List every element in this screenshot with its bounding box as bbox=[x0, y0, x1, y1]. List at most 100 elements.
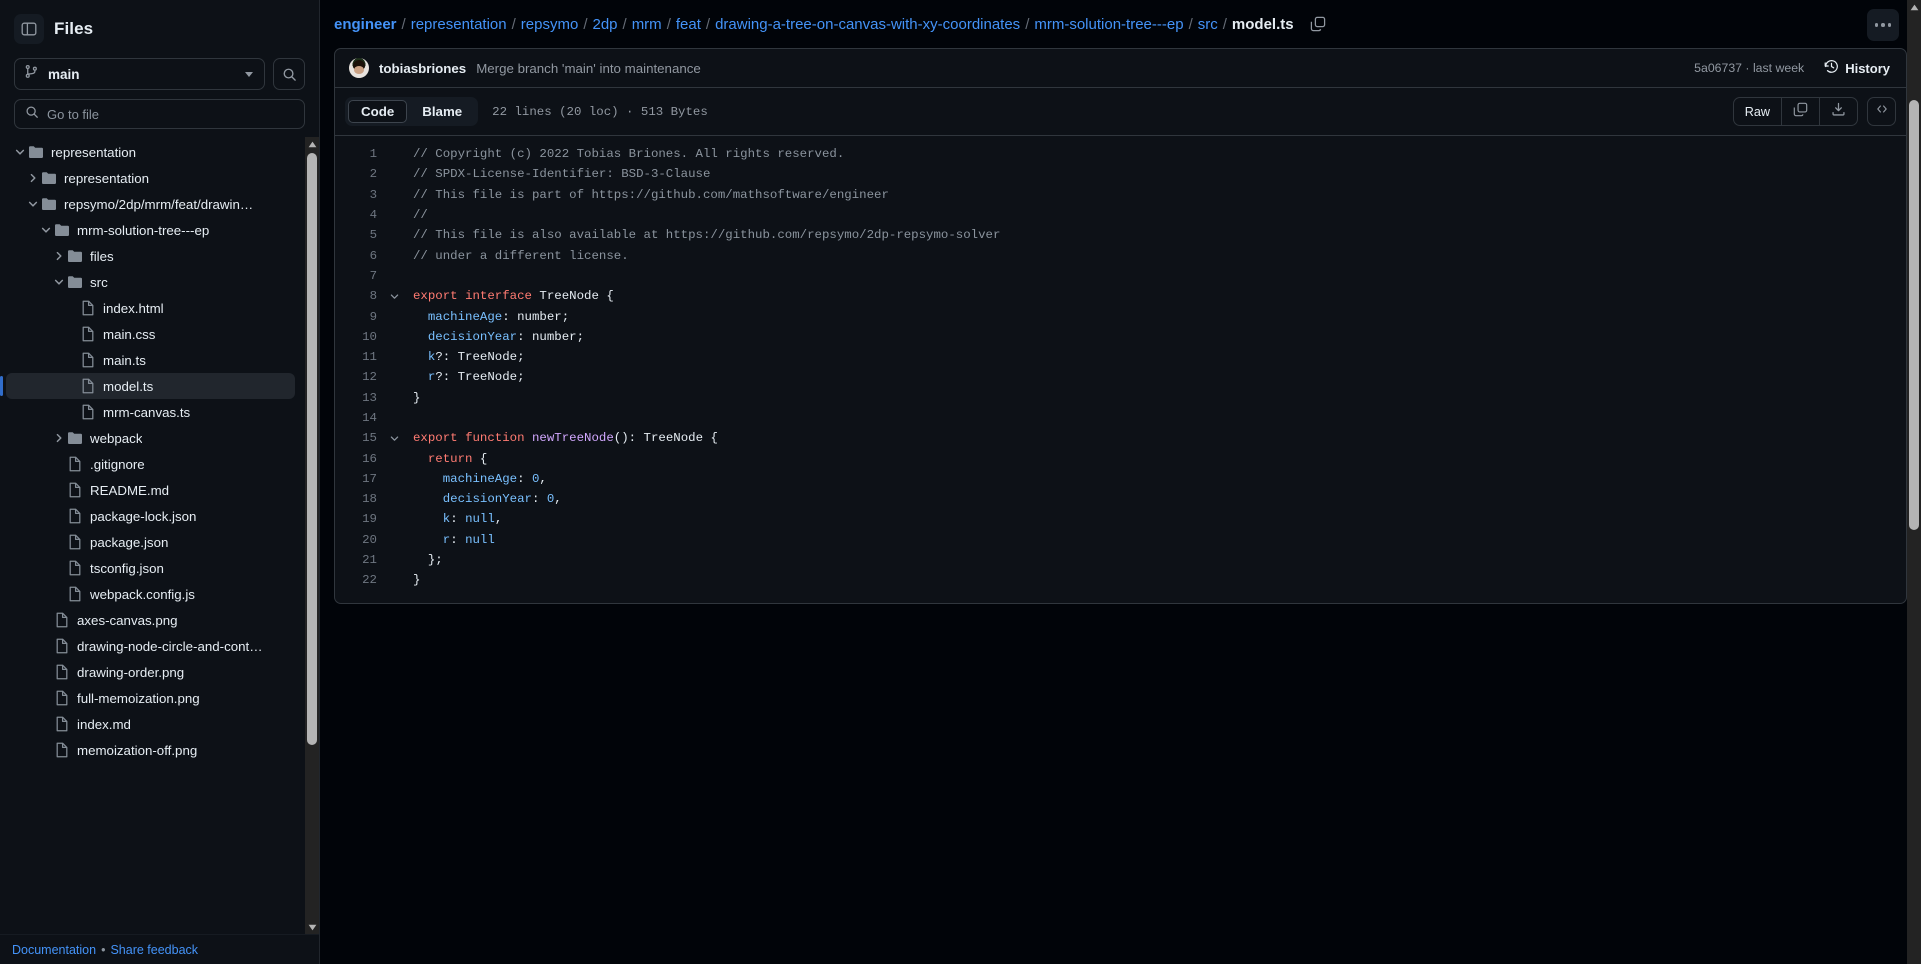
scroll-up-arrow-icon[interactable] bbox=[305, 137, 319, 151]
tree-item-representation[interactable]: representation bbox=[6, 165, 295, 191]
line-number[interactable]: 16 bbox=[335, 452, 383, 466]
code-line-content: k: null, bbox=[405, 512, 503, 526]
breadcrumb-item-engineer[interactable]: engineer bbox=[334, 16, 397, 33]
documentation-link[interactable]: Documentation bbox=[12, 943, 96, 957]
chevron-right-icon[interactable] bbox=[25, 170, 41, 186]
tree-item-src[interactable]: src bbox=[6, 269, 295, 295]
chevron-right-icon[interactable] bbox=[51, 430, 67, 446]
tree-item-label: repsymo/2dp/mrm/feat/drawin… bbox=[64, 196, 254, 212]
line-number[interactable]: 21 bbox=[335, 553, 383, 567]
breadcrumb-bar: engineer / representation / repsymo/2dp / mrm /… bbox=[320, 0, 1921, 48]
tree-item-index.html[interactable]: index.html bbox=[6, 295, 295, 321]
code-fold-chevron-down-icon[interactable] bbox=[383, 433, 405, 444]
tab-blame[interactable]: Blame bbox=[409, 100, 475, 123]
page-scrollbar[interactable] bbox=[1907, 0, 1921, 964]
tree-item-main.css[interactable]: main.css bbox=[6, 321, 295, 347]
page-scroll-up-arrow-icon[interactable] bbox=[1907, 0, 1921, 14]
line-number[interactable]: 14 bbox=[335, 411, 383, 425]
code-fold-chevron-down-icon[interactable] bbox=[383, 291, 405, 302]
line-number[interactable]: 11 bbox=[335, 350, 383, 364]
code-token: , bbox=[554, 492, 562, 507]
tree-item-full-memoization.png[interactable]: full-memoization.png bbox=[6, 685, 295, 711]
download-button[interactable] bbox=[1820, 98, 1857, 125]
go-to-file-input[interactable] bbox=[47, 106, 294, 122]
raw-button[interactable]: Raw bbox=[1734, 98, 1782, 125]
page-scrollbar-thumb[interactable] bbox=[1909, 100, 1919, 530]
line-number[interactable]: 22 bbox=[335, 573, 383, 587]
code-token: decisionYear bbox=[442, 492, 532, 507]
breadcrumb-item-mrm-solution-tree---ep[interactable]: mrm-solution-tree---ep bbox=[1034, 16, 1183, 33]
tree-item-files[interactable]: files bbox=[6, 243, 295, 269]
line-number[interactable]: 3 bbox=[335, 188, 383, 202]
tree-item-package.json[interactable]: package.json bbox=[6, 529, 295, 555]
share-feedback-link[interactable]: Share feedback bbox=[110, 943, 198, 957]
chevron-down-icon[interactable] bbox=[25, 196, 41, 212]
breadcrumb-item-feat[interactable]: feat bbox=[676, 16, 701, 33]
tree-item-memoization-off.png[interactable]: memoization-off.png bbox=[6, 737, 295, 763]
line-number[interactable]: 10 bbox=[335, 330, 383, 344]
tree-item-package-lock.json[interactable]: package-lock.json bbox=[6, 503, 295, 529]
tree-item-drawing-node-circle-and-cont-[interactable]: drawing-node-circle-and-cont… bbox=[6, 633, 295, 659]
line-number[interactable]: 19 bbox=[335, 512, 383, 526]
branch-name: main bbox=[48, 66, 80, 82]
sidebar-collapse-icon[interactable] bbox=[14, 14, 44, 44]
chevron-right-icon[interactable] bbox=[51, 248, 67, 264]
line-number[interactable]: 5 bbox=[335, 228, 383, 242]
line-number[interactable]: 13 bbox=[335, 391, 383, 405]
tree-item-webpack.config.js[interactable]: webpack.config.js bbox=[6, 581, 295, 607]
sidebar-scrollbar-thumb[interactable] bbox=[307, 153, 317, 745]
line-number[interactable]: 12 bbox=[335, 370, 383, 384]
tree-item-label: full-memoization.png bbox=[77, 690, 200, 706]
tree-item-axes-canvas.png[interactable]: axes-canvas.png bbox=[6, 607, 295, 633]
history-button[interactable]: History bbox=[1818, 55, 1896, 81]
chevron-down-icon[interactable] bbox=[38, 222, 54, 238]
breadcrumb-item-src[interactable]: src bbox=[1198, 16, 1218, 33]
chevron-down-icon[interactable] bbox=[12, 144, 28, 160]
file-actions: Raw bbox=[1732, 97, 1896, 126]
branch-selector[interactable]: main bbox=[14, 58, 265, 90]
line-number[interactable]: 15 bbox=[335, 431, 383, 445]
line-number[interactable]: 2 bbox=[335, 167, 383, 181]
line-number[interactable]: 7 bbox=[335, 269, 383, 283]
line-number[interactable]: 9 bbox=[335, 310, 383, 324]
copy-raw-contents-button[interactable] bbox=[1782, 98, 1820, 125]
tree-item-webpack[interactable]: webpack bbox=[6, 425, 295, 451]
breadcrumb-item-drawing-a-tree-on-canvas-with-xy-coordinates[interactable]: drawing-a-tree-on-canvas-with-xy-coordin… bbox=[715, 16, 1020, 33]
commit-sha-and-time[interactable]: 5a06737 · last week bbox=[1694, 61, 1804, 75]
symbols-panel-button[interactable] bbox=[1867, 97, 1896, 126]
copy-path-icon[interactable] bbox=[1307, 13, 1329, 35]
tree-item-representation[interactable]: representation bbox=[6, 139, 295, 165]
breadcrumb-item-repsymo[interactable]: repsymo bbox=[521, 16, 579, 33]
tree-item-mrm-solution-tree---ep[interactable]: mrm-solution-tree---ep bbox=[6, 217, 295, 243]
scroll-down-arrow-icon[interactable] bbox=[305, 920, 319, 934]
breadcrumb-item-representation[interactable]: representation bbox=[411, 16, 507, 33]
line-number[interactable]: 8 bbox=[335, 289, 383, 303]
line-number[interactable]: 6 bbox=[335, 249, 383, 263]
line-number[interactable]: 20 bbox=[335, 533, 383, 547]
tree-item-model.ts[interactable]: model.ts bbox=[0, 373, 295, 399]
sidebar-scrollbar[interactable] bbox=[305, 137, 319, 934]
line-number[interactable]: 18 bbox=[335, 492, 383, 506]
tree-item-index.md[interactable]: index.md bbox=[6, 711, 295, 737]
tree-item-main.ts[interactable]: main.ts bbox=[6, 347, 295, 373]
code-token: machineAge bbox=[442, 471, 518, 486]
sidebar-search-button[interactable] bbox=[273, 58, 305, 90]
tree-item-mrm-canvas.ts[interactable]: mrm-canvas.ts bbox=[6, 399, 295, 425]
breadcrumb-separator: / bbox=[705, 15, 711, 33]
breadcrumb-item-mrm[interactable]: mrm bbox=[632, 16, 662, 33]
tree-item-readme.md[interactable]: README.md bbox=[6, 477, 295, 503]
tree-item-drawing-order.png[interactable]: drawing-order.png bbox=[6, 659, 295, 685]
tree-item-repsymo-2dp-mrm-feat-drawin-[interactable]: repsymo/2dp/mrm/feat/drawin… bbox=[6, 191, 295, 217]
kebab-menu-icon[interactable] bbox=[1867, 9, 1899, 41]
go-to-file-box[interactable] bbox=[14, 99, 305, 129]
tree-item-.gitignore[interactable]: .gitignore bbox=[6, 451, 295, 477]
commit-message[interactable]: Merge branch 'main' into maintenance bbox=[476, 61, 701, 76]
tree-item-tsconfig.json[interactable]: tsconfig.json bbox=[6, 555, 295, 581]
commit-author[interactable]: tobiasbriones bbox=[379, 61, 466, 76]
chevron-down-icon[interactable] bbox=[51, 274, 67, 290]
breadcrumb-item-2dp[interactable]: 2dp bbox=[592, 16, 617, 33]
line-number[interactable]: 17 bbox=[335, 472, 383, 486]
line-number[interactable]: 4 bbox=[335, 208, 383, 222]
line-number[interactable]: 1 bbox=[335, 147, 383, 161]
tab-code[interactable]: Code bbox=[348, 100, 408, 123]
